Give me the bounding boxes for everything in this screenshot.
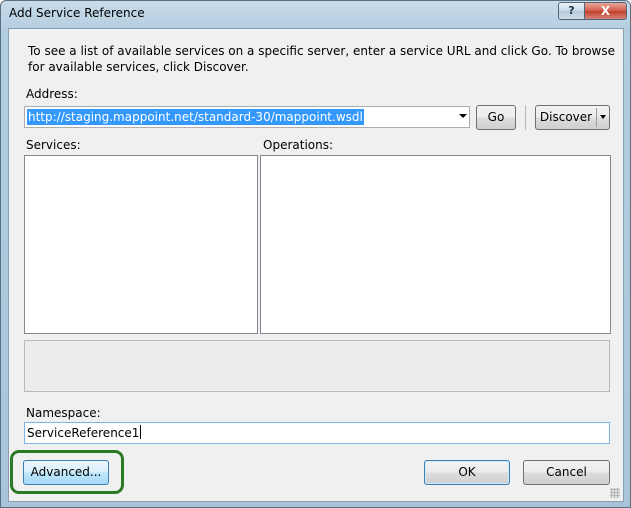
address-input[interactable]: http://staging.mappoint.net/standard-30/…	[27, 109, 364, 125]
advanced-button[interactable]: Advanced...	[23, 460, 109, 485]
address-label: Address:	[26, 87, 78, 101]
resize-grip-icon[interactable]	[610, 488, 620, 498]
help-button[interactable]: ?	[558, 2, 585, 20]
instructions-text: To see a list of available services on a…	[28, 44, 616, 74]
namespace-input[interactable]: ServiceReference1	[24, 422, 610, 444]
discover-split-button[interactable]: Discover	[535, 105, 610, 130]
discover-dropdown-icon[interactable]	[600, 115, 606, 119]
add-service-reference-dialog: Add Service Reference ? X To see a list …	[0, 0, 631, 508]
operations-list[interactable]	[260, 155, 611, 334]
chevron-down-icon[interactable]	[459, 114, 467, 118]
services-tree[interactable]	[24, 155, 258, 334]
namespace-label: Namespace:	[26, 406, 101, 420]
go-button[interactable]: Go	[476, 105, 516, 130]
status-details-panel	[24, 340, 610, 392]
window-title: Add Service Reference	[9, 6, 145, 20]
split-divider	[596, 108, 597, 127]
close-button[interactable]: X	[584, 2, 627, 20]
dialog-body: To see a list of available services on a…	[8, 28, 624, 502]
help-icon: ?	[568, 4, 575, 17]
cancel-button[interactable]: Cancel	[523, 460, 610, 485]
services-label: Services:	[26, 138, 81, 152]
address-combobox[interactable]: http://staging.mappoint.net/standard-30/…	[24, 106, 470, 128]
toolbar-divider	[525, 105, 526, 130]
close-icon: X	[600, 4, 611, 18]
title-bar[interactable]: Add Service Reference ? X	[1, 1, 630, 27]
ok-button[interactable]: OK	[424, 460, 510, 485]
text-caret	[140, 425, 142, 439]
discover-button[interactable]: Discover	[536, 106, 596, 129]
operations-label: Operations:	[263, 138, 334, 152]
namespace-value: ServiceReference1	[27, 426, 140, 440]
